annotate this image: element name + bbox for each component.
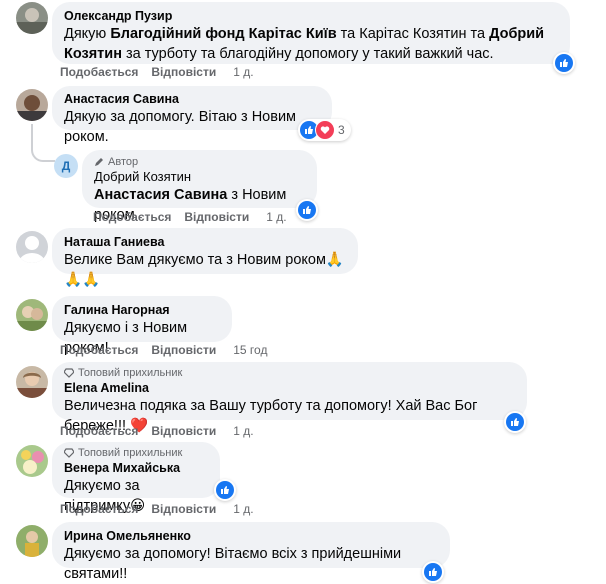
- like-button[interactable]: Подобається: [93, 210, 171, 224]
- reaction-summary[interactable]: [553, 52, 575, 74]
- avatar[interactable]: [16, 299, 48, 331]
- reaction-summary[interactable]: [504, 411, 526, 433]
- reply-button[interactable]: Відповісти: [151, 343, 216, 357]
- like-button[interactable]: Подобається: [60, 502, 138, 516]
- avatar[interactable]: [16, 366, 48, 398]
- reaction-summary[interactable]: [296, 199, 318, 221]
- timestamp[interactable]: 1 д.: [266, 210, 286, 224]
- comment-text: Дякую Благодійний фонд Карітас Київ та К…: [64, 24, 558, 64]
- timestamp[interactable]: 1 д.: [233, 424, 253, 438]
- comment-actions: Подобається Відповісти 1 д.: [60, 65, 254, 79]
- comment-bubble: Наташа Ганиева Велике Вам дякуємо та з Н…: [52, 228, 358, 288]
- reply-button[interactable]: Відповісти: [151, 502, 216, 516]
- commenter-name[interactable]: Elena Amelina: [64, 380, 515, 396]
- avatar[interactable]: [16, 445, 48, 477]
- avatar[interactable]: [16, 231, 48, 263]
- comment-bubble: Топовий прихильник Elena Amelina Величез…: [52, 362, 527, 434]
- thumbs-up-icon: [555, 54, 573, 72]
- comment-text: Дякую за допомогу. Вітаю з Новим роком.: [64, 109, 297, 145]
- like-button[interactable]: Подобається: [60, 343, 138, 357]
- thumbs-up-icon: [506, 413, 524, 431]
- commenter-name[interactable]: Добрий Козятин: [94, 169, 305, 185]
- comment-bubble: Галина Нагорная Дякуємо і з Новим роком!: [52, 296, 232, 356]
- comment-bubble: Топовий прихильник Венера Михайська Дяку…: [52, 442, 220, 514]
- heart-icon: [315, 120, 335, 140]
- top-fan-label: Топовий прихильник: [78, 447, 183, 459]
- reply-button[interactable]: Відповісти: [184, 210, 249, 224]
- thumbs-up-icon: [298, 201, 316, 219]
- reply-button[interactable]: Відповісти: [151, 424, 216, 438]
- reaction-count: 3: [338, 123, 345, 137]
- commenter-name[interactable]: Анастасия Савина: [64, 91, 320, 107]
- comment-bubble: Анастасия Савина Дякую за допомогу. Віта…: [52, 86, 332, 145]
- comment-text: Дякуємо за допомогу! Вітаємо всіх з прий…: [64, 546, 402, 582]
- pencil-icon: [95, 158, 103, 166]
- top-fan-label: Топовий прихильник: [78, 367, 183, 379]
- commenter-name[interactable]: Ирина Омельяненко: [64, 528, 438, 544]
- avatar[interactable]: [16, 2, 48, 34]
- timestamp[interactable]: 1 д.: [233, 502, 253, 516]
- top-fan-badge: Топовий прихильник: [64, 366, 515, 380]
- mention-link[interactable]: Благодійний фонд Карітас Київ: [110, 26, 336, 42]
- commenter-name[interactable]: Олександр Пузир: [64, 8, 558, 24]
- avatar[interactable]: [16, 525, 48, 557]
- comment-actions: Подобається Відповісти 1 д.: [60, 502, 254, 516]
- diamond-icon: [64, 368, 74, 378]
- avatar[interactable]: [16, 89, 48, 121]
- diamond-icon: [64, 448, 74, 458]
- comment-actions: Подобається Відповісти 1 д.: [60, 424, 254, 438]
- commenter-name[interactable]: Наташа Ганиева: [64, 234, 346, 250]
- reaction-summary[interactable]: 3: [298, 119, 351, 141]
- timestamp[interactable]: 15 год: [233, 343, 267, 357]
- page-avatar[interactable]: Д: [54, 154, 78, 178]
- comment-bubble: Ирина Омельяненко Дякуємо за допомогу! В…: [52, 522, 450, 582]
- reply-button[interactable]: Відповісти: [151, 65, 216, 79]
- timestamp[interactable]: 1 д.: [233, 65, 253, 79]
- thumbs-up-icon: [424, 563, 442, 581]
- commenter-name[interactable]: Галина Нагорная: [64, 302, 220, 318]
- reply-thread-line: [31, 124, 55, 162]
- reaction-summary[interactable]: [214, 479, 236, 501]
- comment-actions: Подобається Відповісти 15 год: [60, 343, 267, 357]
- comment-text: Велике Вам дякуємо та з Новим роком🙏🙏🙏: [64, 252, 344, 288]
- commenter-name[interactable]: Венера Михайська: [64, 460, 208, 476]
- like-button[interactable]: Подобається: [60, 65, 138, 79]
- thumbs-up-icon: [216, 481, 234, 499]
- comment-text-segment: за турботу та благодійну допомогу у таки…: [121, 46, 494, 62]
- comment-text-segment: та Карітас Козятин та: [336, 26, 490, 42]
- comment-bubble: Автор Добрий Козятин Анастасия Савина з …: [82, 150, 317, 223]
- comment-bubble: Олександр Пузир Дякую Благодійний фонд К…: [52, 2, 570, 64]
- author-badge-label: Автор: [108, 156, 139, 168]
- like-button[interactable]: Подобається: [60, 424, 138, 438]
- comment-actions: Подобається Відповісти 1 д.: [93, 210, 287, 224]
- mention-link[interactable]: Анастасия Савина: [94, 187, 227, 203]
- top-fan-badge: Топовий прихильник: [64, 446, 208, 460]
- reaction-summary[interactable]: [422, 561, 444, 583]
- comment-text-segment: Дякую: [64, 26, 111, 42]
- avatar-letter: Д: [61, 159, 71, 173]
- author-badge: Автор: [94, 155, 305, 169]
